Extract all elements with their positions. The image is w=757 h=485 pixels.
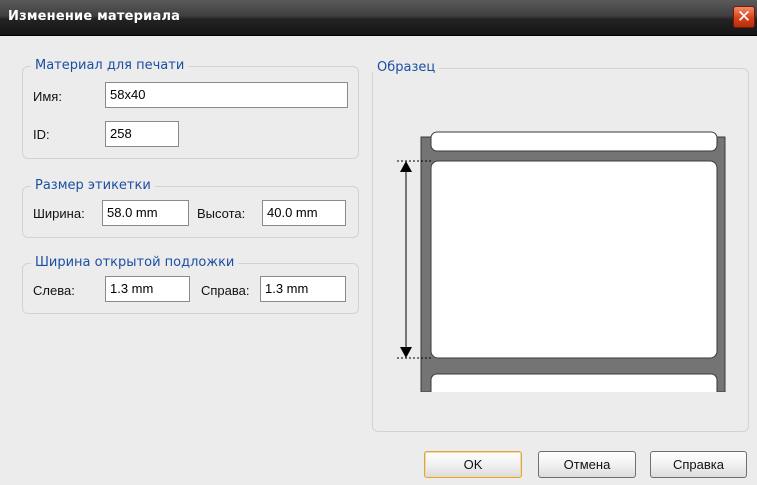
id-input[interactable]: 258 [105, 121, 179, 147]
left-input[interactable]: 1.3 mm [105, 276, 190, 302]
left-label: Слева: [33, 283, 75, 298]
name-input[interactable]: 58x40 [105, 82, 348, 108]
close-button[interactable]: ✕ [733, 6, 755, 28]
close-icon: ✕ [736, 7, 752, 27]
width-input[interactable]: 58.0 mm [102, 200, 189, 226]
ok-button[interactable]: OK [424, 451, 522, 478]
window-title: Изменение материала [8, 9, 181, 24]
material-group: Материал для печати [22, 58, 359, 159]
cancel-button[interactable]: Отмена [538, 451, 636, 478]
height-input[interactable]: 40.0 mm [262, 200, 346, 226]
right-label: Справа: [201, 283, 250, 298]
title-bar: Изменение материала ✕ [0, 0, 757, 36]
liner-width-group-title: Ширина открытой подложки [31, 255, 239, 270]
sample-group: Образец [372, 60, 749, 432]
id-label: ID: [33, 127, 50, 142]
name-label: Имя: [33, 89, 62, 104]
sample-group-title: Образец [373, 60, 440, 75]
material-group-title: Материал для печати [31, 58, 189, 73]
label-size-group-title: Размер этикетки [31, 178, 155, 193]
height-label: Высота: [197, 206, 246, 221]
width-label: Ширина: [33, 206, 85, 221]
right-input[interactable]: 1.3 mm [260, 276, 346, 302]
help-button[interactable]: Справка [650, 451, 747, 478]
